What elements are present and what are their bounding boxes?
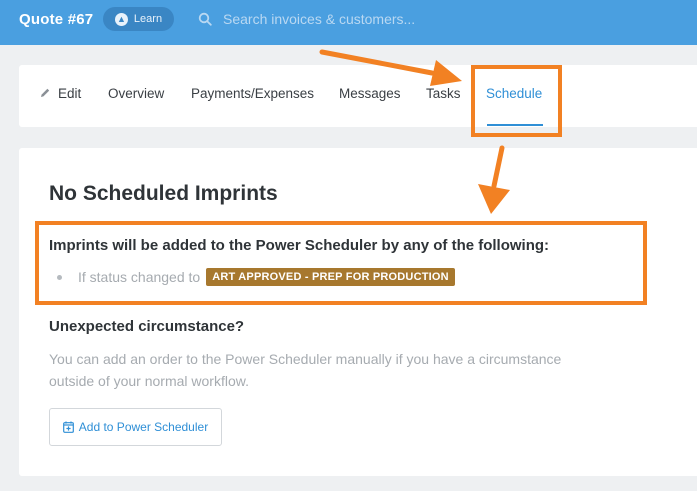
search-icon — [198, 12, 212, 26]
tab-bar: Edit Overview Payments/Expenses Messages… — [19, 65, 697, 127]
schedule-panel: No Scheduled Imprints Imprints will be a… — [19, 148, 697, 476]
unexpected-title: Unexpected circumstance? — [49, 318, 245, 335]
top-bar: Quote #67 ▲ Learn — [0, 0, 697, 45]
tab-edit[interactable]: Edit — [39, 86, 81, 101]
tab-overview[interactable]: Overview — [108, 86, 164, 101]
tab-tasks[interactable]: Tasks — [426, 86, 461, 101]
calendar-plus-icon — [62, 421, 74, 433]
pencil-icon — [41, 88, 50, 97]
add-to-power-scheduler-button[interactable]: Add to Power Scheduler — [49, 408, 222, 446]
tab-messages[interactable]: Messages — [339, 86, 401, 101]
tab-edit-label: Edit — [58, 86, 82, 101]
imprints-rule-highlight — [35, 221, 647, 305]
schedule-tab-highlight — [471, 65, 562, 137]
quote-title: Quote #67 — [19, 11, 94, 28]
page-title: No Scheduled Imprints — [49, 182, 278, 205]
add-button-label: Add to Power Scheduler — [78, 420, 209, 434]
manual-add-description: You can add an order to the Power Schedu… — [49, 351, 562, 389]
learn-label: Learn — [133, 13, 163, 25]
learn-button[interactable]: ▲ Learn — [103, 7, 174, 31]
search-bar — [198, 9, 498, 29]
tab-payments-expenses[interactable]: Payments/Expenses — [191, 86, 314, 101]
search-input[interactable] — [223, 11, 483, 27]
graduation-cap-icon: ▲ — [114, 12, 128, 26]
